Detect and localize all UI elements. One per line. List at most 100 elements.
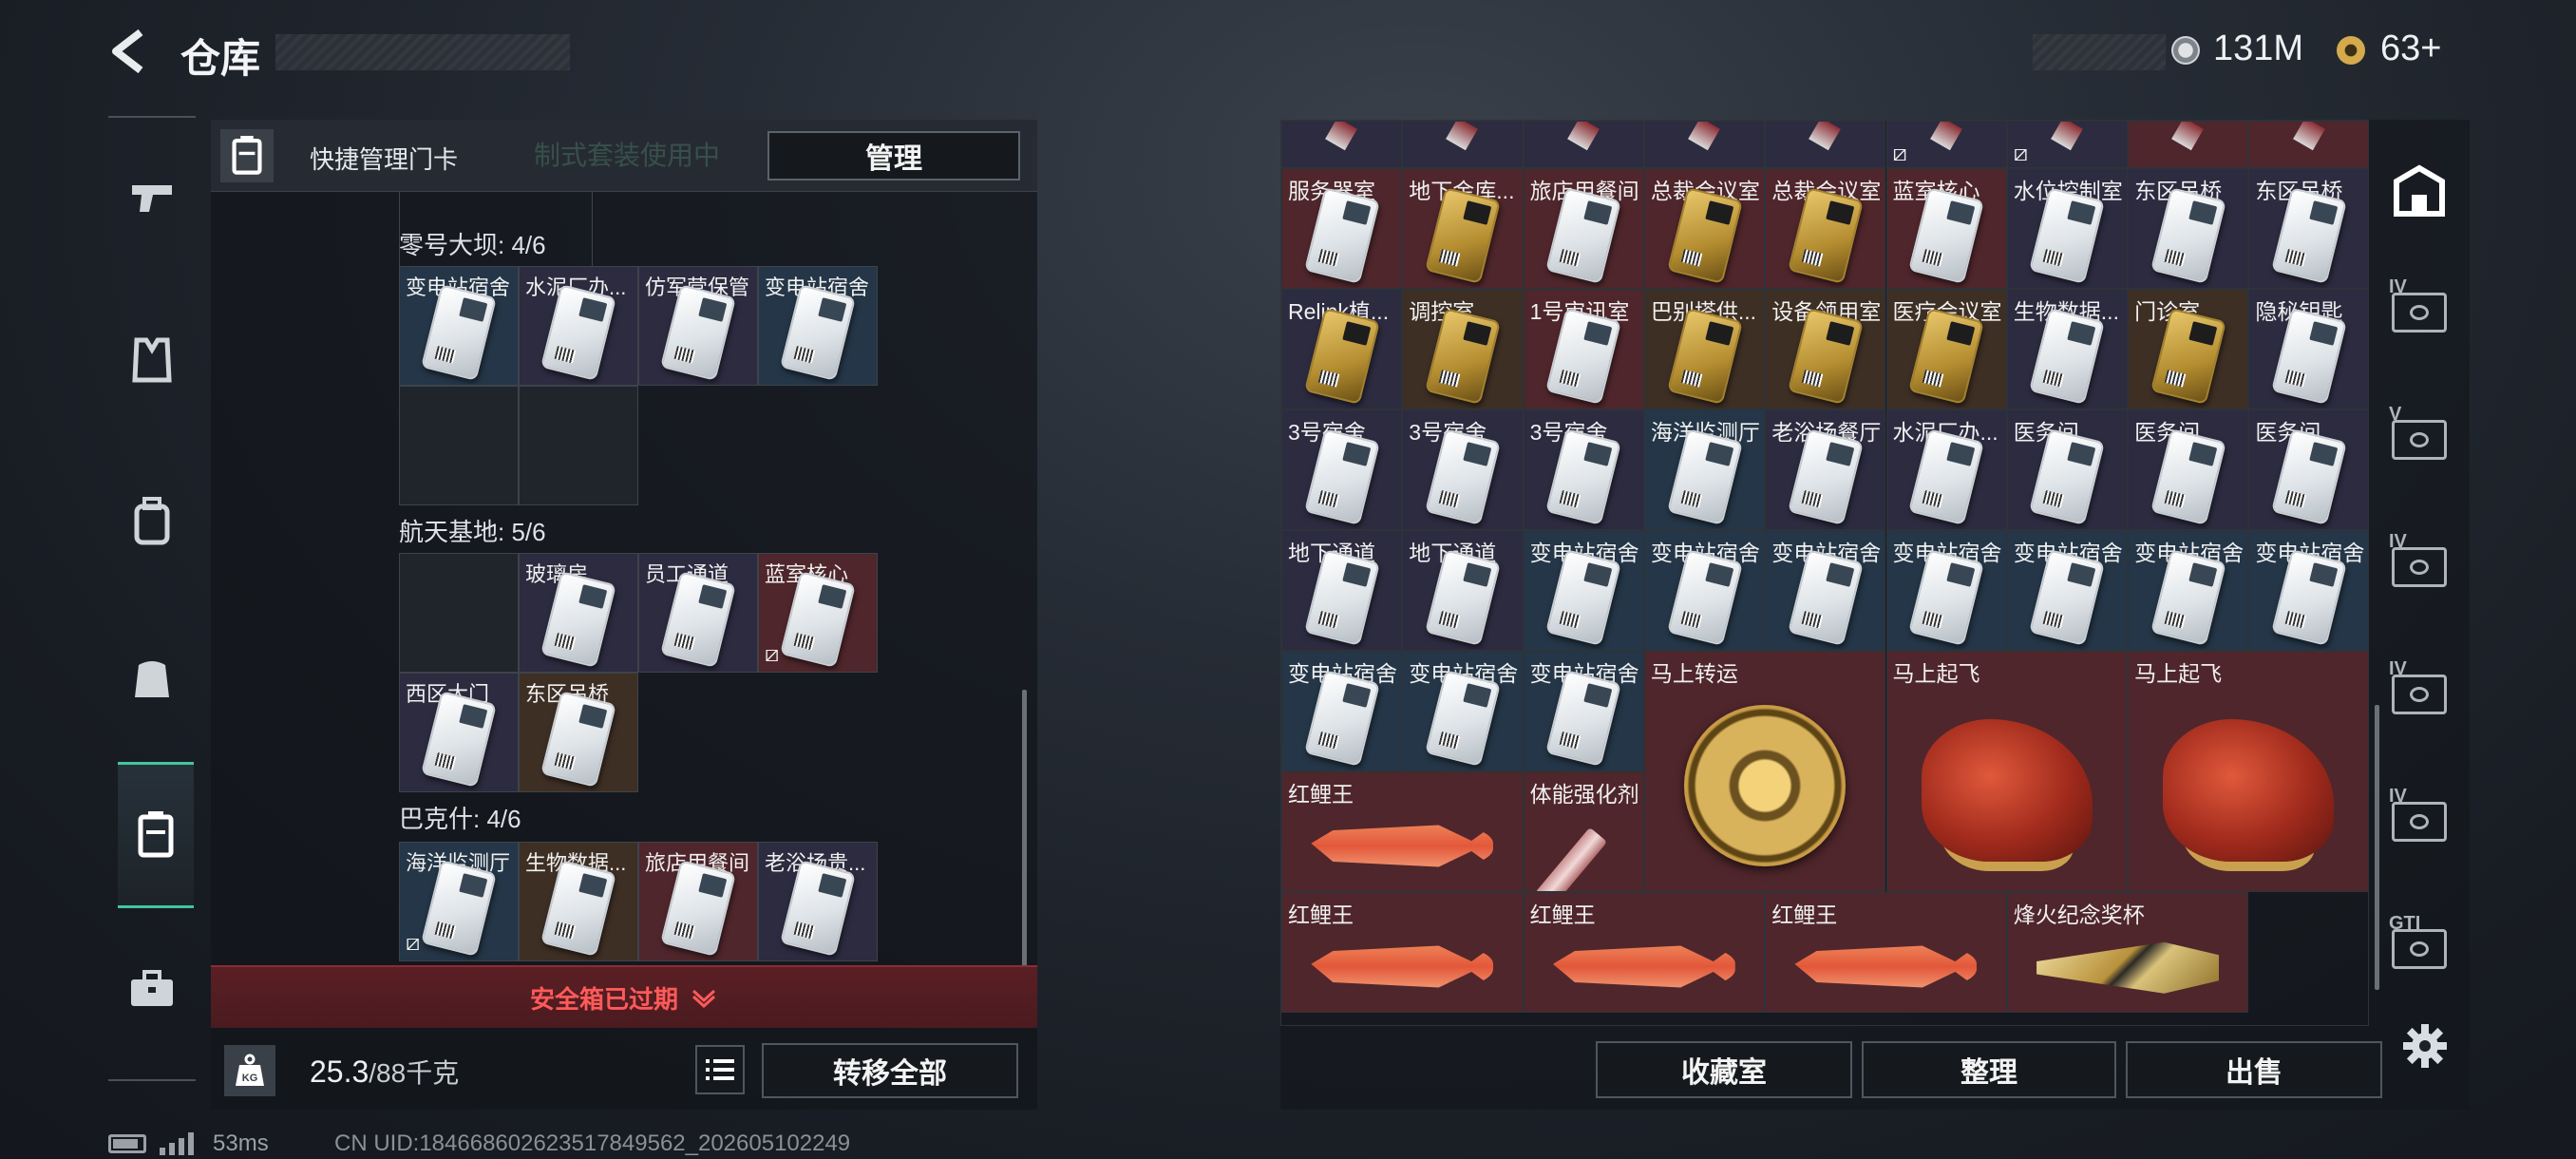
storage-item-slot[interactable]: 红鲤王 [1523,892,1766,1013]
list-view-button[interactable] [695,1045,745,1094]
keycard-slot-partial[interactable] [2248,121,2368,168]
storage-item-slot[interactable]: 3号宿舍 [1523,409,1644,530]
storage-item-slot[interactable]: 红鲤王 [1281,892,1524,1013]
section-grid-space-base: 玻璃房员工通道蓝室核心⧄ 西区大门东区吊桥 [399,553,880,804]
keycard-slot[interactable]: 东区吊桥 [519,673,638,792]
storage-item-slot[interactable]: 蓝室核心 [1885,168,2007,289]
golden-horse-wheel-icon [1684,705,1847,867]
keycard-slot[interactable]: 旅店用餐间 [638,842,758,961]
keycard-slot[interactable]: 水泥厂办... [519,266,638,386]
storage-item-slot[interactable]: 马上起飞 [2128,651,2368,892]
tab-safe-box[interactable] [2375,148,2464,234]
storage-item-slot[interactable]: 变电站宿舍 [2128,530,2249,651]
storage-item-slot[interactable]: 总裁会议室 [1643,168,1766,289]
storage-item-slot[interactable]: 变电站宿舍 [1402,651,1524,771]
storage-item-slot[interactable]: 设备领用室 [1765,289,1886,409]
storage-item-slot[interactable]: 医疗会议室 [1885,289,2007,409]
storage-item-slot[interactable]: 变电站宿舍 [1885,530,2007,651]
storage-item-slot[interactable]: 老浴场餐厅 [1765,409,1886,530]
tab-storage-case[interactable]: GTI [2375,906,2464,992]
storage-item-slot[interactable]: 生物数据... [2006,289,2129,409]
storage-grid: ⧄ ⧄ 服务器室地下金库...旅店用餐间总裁会议室总裁会议室蓝室核心水位控制室东区吊… [1280,120,2369,1026]
storage-item-slot[interactable]: 地下金库... [1402,168,1524,289]
storage-item-slot[interactable]: 变电站宿舍 [1643,530,1766,651]
storage-item-slot[interactable]: 红鲤王 [1281,771,1524,892]
keycard-slot[interactable]: 西区大门 [399,673,519,792]
storage-item-slot[interactable]: 总裁会议室 [1765,168,1886,289]
storage-item-slot[interactable]: 东区吊桥 [2248,168,2368,289]
storage-item-slot[interactable]: 巴别塔供... [1643,289,1766,409]
keycard-slot[interactable]: 蓝室核心⧄ [758,553,878,673]
storage-item-slot[interactable]: 东区吊桥 [2128,168,2249,289]
storage-item-slot[interactable]: 马上转运 [1643,651,1886,892]
keycard-slot-partial[interactable] [1765,121,1886,168]
keycard-scrollbar[interactable] [1022,690,1027,994]
storage-item-slot[interactable]: 变电站宿舍 [1281,651,1403,771]
storage-item-slot[interactable]: 烽火纪念奖杯 [2006,892,2249,1013]
storage-item-slot[interactable]: 调控室 [1402,289,1524,409]
storage-item-slot[interactable]: Relink植... [1281,289,1403,409]
settings-button[interactable] [2401,1022,2449,1070]
case-label: IV [2389,531,2407,552]
keycard-slot[interactable]: 生物数据... [519,842,638,961]
storage-item-slot[interactable]: 体能强化剂 [1523,771,1644,892]
storage-item-slot[interactable]: 水位控制室 [2006,168,2129,289]
back-button[interactable] [106,27,156,76]
tab-storage-case[interactable]: IV [2375,270,2464,355]
tab-storage-case[interactable]: IV [2375,524,2464,610]
keycard-slot-partial[interactable] [2128,121,2249,168]
keycard-slot[interactable]: 变电站宿舍 [399,266,519,386]
keycard-slot[interactable]: 海洋监测厅⧄ [399,842,519,961]
keycard-slot-partial[interactable] [1402,121,1524,168]
storage-item-slot[interactable]: 变电站宿舍 [1523,651,1644,771]
collection-room-button[interactable]: 收藏室 [1596,1041,1852,1098]
keycard-slot[interactable]: 员工通道 [638,553,758,673]
storage-item-slot[interactable]: 地下通道 [1281,530,1403,651]
storage-item-slot[interactable]: 变电站宿舍 [1523,530,1644,651]
keycard-slot[interactable]: 老浴场贵... [758,842,878,961]
storage-item-slot[interactable]: 海洋监测厅 [1643,409,1766,530]
storage-item-slot[interactable]: 变电站宿舍 [1765,530,1886,651]
storage-item-slot[interactable]: 水泥厂办... [1885,409,2007,530]
keycard-slot[interactable]: 变电站宿舍 [758,266,878,386]
sell-button[interactable]: 出售 [2126,1041,2382,1098]
manage-button[interactable]: 管理 [767,131,1020,180]
keycard-slot[interactable]: 玻璃房 [519,553,638,673]
safe-box-expired-bar[interactable]: 安全箱已过期 [211,965,1037,1028]
syringe-icon [1535,826,1608,891]
keycard-slot-partial[interactable] [1643,121,1766,168]
nav-tab-toolbox[interactable] [108,946,196,1032]
nav-tab-weapons[interactable] [108,156,196,241]
nav-tab-keycards[interactable] [118,762,194,908]
storage-item-slot[interactable]: 隐秘钥匙 [2248,289,2368,409]
tab-storage-case[interactable]: IV [2375,779,2464,864]
tab-storage-case[interactable]: V [2375,397,2464,483]
storage-item-slot[interactable]: 医务间 [2006,409,2129,530]
nav-tab-chest-rig[interactable] [108,636,196,722]
sort-button[interactable]: 整理 [1862,1041,2116,1098]
keycard-slot-partial[interactable] [1281,121,1403,168]
keycard-slot-partial[interactable] [1523,121,1644,168]
storage-item-slot[interactable]: 旅店用餐间 [1523,168,1644,289]
item-label: 红鲤王 [1288,902,1354,927]
storage-item-slot[interactable]: 3号宿舍 [1402,409,1524,530]
storage-item-slot[interactable]: 变电站宿舍 [2248,530,2368,651]
storage-item-slot[interactable]: 马上起飞 [1885,651,2129,892]
storage-item-slot[interactable]: 医务间 [2128,409,2249,530]
storage-item-slot[interactable]: 3号宿舍 [1281,409,1403,530]
keycard-slot[interactable]: 仿军营保管 [638,266,758,386]
storage-item-slot[interactable]: 地下通道 [1402,530,1524,651]
storage-item-slot[interactable]: 服务器室 [1281,168,1403,289]
keycard-icon [2051,122,2083,151]
storage-item-slot[interactable]: 红鲤王 [1765,892,2007,1013]
keycard-slot-partial[interactable]: ⧄ [2006,121,2129,168]
transfer-all-button[interactable]: 转移全部 [762,1043,1018,1098]
storage-item-slot[interactable]: 门诊室 [2128,289,2249,409]
keycard-slot-partial[interactable]: ⧄ [1885,121,2007,168]
storage-item-slot[interactable]: 1号审讯室 [1523,289,1644,409]
nav-tab-backpack[interactable] [108,479,196,564]
tab-storage-case[interactable]: IV [2375,652,2464,737]
storage-item-slot[interactable]: 医务间 [2248,409,2368,530]
storage-item-slot[interactable]: 变电站宿舍 [2006,530,2129,651]
nav-tab-armor[interactable] [108,317,196,403]
